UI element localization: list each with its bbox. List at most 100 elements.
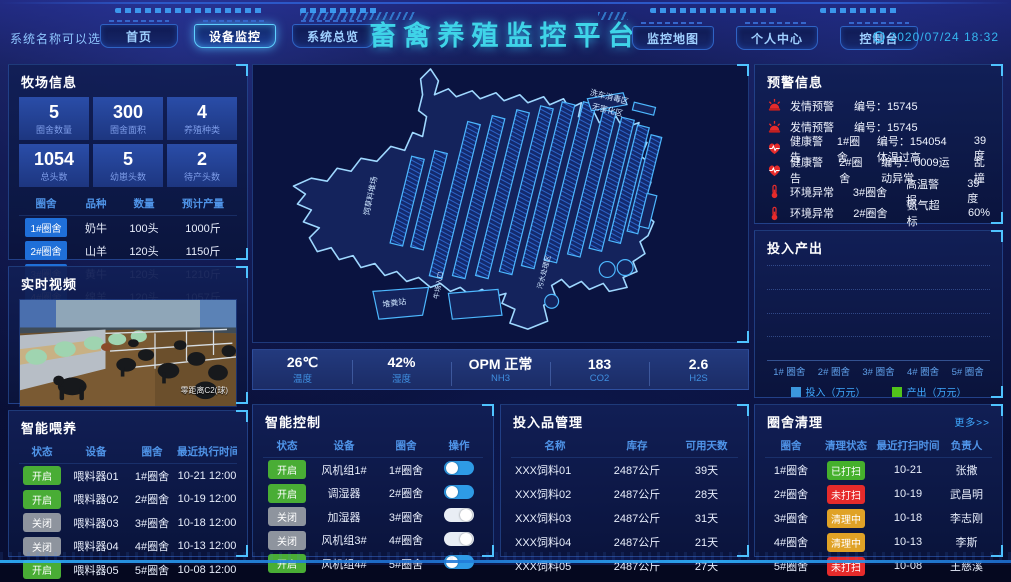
sensor-label: 温度 [253, 371, 352, 385]
farm-map[interactable]: 饲草料堆场 洗车消毒区 无害化区 堆粪站 牛场入口 污水处理区 [253, 65, 748, 342]
panel-live-video: 实时视频 [8, 266, 248, 404]
legend-label: 产出（万元） [907, 384, 967, 399]
col-header: 最近打扫时间 [875, 438, 941, 453]
toggle-knob [446, 486, 458, 498]
name-cell: XXX饲料01 [511, 462, 599, 478]
chart-title-text: 投入产出 [767, 238, 823, 257]
camera-watermark: 零距离C2(球) [180, 385, 228, 396]
table-row: 2#圈舍山羊120头1150斤 [19, 239, 237, 262]
pen-cell: 4#圈舍 [377, 532, 435, 548]
pen-cell: 1#圈舍 [19, 218, 73, 237]
status-badge: 关闭 [268, 531, 306, 550]
deco-dots-left [115, 8, 265, 13]
table-row: 关闭风机组3#4#圈舍 [263, 529, 483, 553]
stat-label: 圈舍面积 [110, 123, 146, 136]
stat-box: 1054总头数 [19, 144, 89, 187]
control-table-head: 状态设备圈舍操作 [263, 435, 483, 458]
table-row: 开启调湿器2#圈舍 [263, 482, 483, 506]
status-badge: 开启 [268, 460, 306, 479]
legend-label: 投入（万元） [806, 384, 866, 399]
col-header: 清理状态 [817, 438, 875, 453]
yield-cell: 1150斤 [169, 243, 237, 259]
deco-dots-right [650, 8, 780, 13]
table-row: 开启喂料器022#圈舍10-19 12:00 [19, 488, 237, 512]
status-cell: 未打扫 [817, 485, 875, 504]
stock-cell: 2487公斤 [599, 534, 675, 550]
farm-table-head: 圈舍品种数量预计产量 [19, 193, 237, 216]
status-cell: 清理中 [817, 509, 875, 528]
device-cell: 喂料器02 [65, 491, 127, 507]
tab-个人中心[interactable]: 个人中心 [736, 26, 818, 50]
cleaning-status-badge: 已打扫 [827, 461, 865, 480]
status-cell: 关闭 [263, 531, 311, 550]
time-cell: 10-21 [875, 464, 941, 476]
feeding-table-body: 开启喂料器011#圈舍10-21 12:00开启喂料器022#圈舍10-19 1… [19, 464, 237, 582]
col-header: 预计产量 [169, 196, 237, 211]
cleaning-more-link[interactable]: 更多>> [954, 414, 990, 429]
chart-bars [767, 265, 990, 360]
status-cell: 已打扫 [817, 461, 875, 480]
status-cell: 开启 [19, 490, 65, 509]
sensor-value: 183 [550, 356, 649, 372]
inputs-table-head: 名称库存可用天数 [511, 435, 738, 458]
tab-首页[interactable]: 首页 [100, 24, 178, 48]
header-top-line [0, 2, 1011, 4]
toggle-knob [460, 509, 472, 521]
warning-type: 环境异常 [790, 184, 845, 200]
breed-cell: 山羊 [73, 243, 119, 259]
video-player[interactable]: 零距离C2(球) [19, 299, 237, 407]
stat-value: 5 [123, 149, 133, 169]
chart-categories: 1# 圈舍2# 圈舍3# 圈舍4# 圈舍5# 圈舍 [767, 364, 990, 378]
table-row: XXX饲料042487公斤21天 [511, 530, 738, 554]
chart-title: 投入产出 [755, 231, 1002, 261]
feeding-title-text: 智能喂养 [21, 418, 77, 437]
panel-smart-control: 智能控制 状态设备圈舍操作 开启风机组1#1#圈舍开启调湿器2#圈舍关闭加湿器3… [252, 404, 494, 557]
table-row: XXX饲料022487公斤28天 [511, 482, 738, 506]
status-badge: 开启 [23, 490, 61, 509]
inputs-title-text: 投入品管理 [513, 412, 583, 431]
deco-dots-right2 [820, 8, 900, 13]
tab-监控地图[interactable]: 监控地图 [632, 26, 714, 50]
person-cell: 张撒 [941, 462, 992, 478]
cleaning-status-badge: 未打扫 [827, 485, 865, 504]
device-toggle[interactable] [444, 461, 474, 475]
siren-icon [767, 98, 782, 113]
device-toggle[interactable] [444, 485, 474, 499]
pen-cell: 3#圈舍 [377, 509, 435, 525]
days-cell: 28天 [675, 486, 738, 502]
page-title: 畜禽养殖监控平台 [370, 14, 642, 53]
col-header: 可用天数 [675, 438, 738, 453]
stat-value: 5 [49, 102, 59, 122]
device-cell: 喂料器01 [65, 468, 127, 484]
stat-value: 300 [113, 102, 143, 122]
status-badge: 关闭 [268, 507, 306, 526]
sensor-item: OPM 正常NH3 [451, 356, 550, 384]
io-bar-chart [767, 265, 990, 361]
device-toggle[interactable] [444, 532, 474, 546]
feeding-table-head: 状态设备圈舍最近执行时间 [19, 441, 237, 464]
tab-系统总览[interactable]: 系统总览 [292, 24, 374, 48]
chart-category-label: 3# 圈舍 [862, 364, 894, 378]
device-toggle[interactable] [444, 508, 474, 522]
warning-row: 环境异常2#圈舍氨气超标60% [755, 203, 1002, 225]
status-cell: 开启 [263, 484, 311, 503]
cleaning-status-badge: 清理中 [827, 509, 865, 528]
warning-type: 环境异常 [790, 205, 845, 221]
stat-label: 待产头数 [184, 170, 220, 183]
stock-cell: 2487公斤 [599, 510, 675, 526]
chart-category-label: 1# 圈舍 [773, 364, 805, 378]
col-header: 最近执行时间 [177, 444, 237, 459]
days-cell: 31天 [675, 510, 738, 526]
col-header: 库存 [599, 438, 675, 453]
col-header: 状态 [263, 438, 311, 453]
stat-box: 4养殖种类 [167, 97, 237, 140]
toggle-cell [435, 508, 483, 525]
col-header: 圈舍 [377, 438, 435, 453]
table-row: 关闭喂料器033#圈舍10-18 12:00 [19, 511, 237, 535]
inputs-title: 投入品管理 [501, 405, 748, 435]
stat-label: 幼崽头数 [110, 170, 146, 183]
legend-item: 产出（万元） [892, 384, 967, 399]
clock-icon [873, 31, 885, 43]
tab-设备监控[interactable]: 设备监控 [194, 24, 276, 48]
chart-category-label: 2# 圈舍 [818, 364, 850, 378]
